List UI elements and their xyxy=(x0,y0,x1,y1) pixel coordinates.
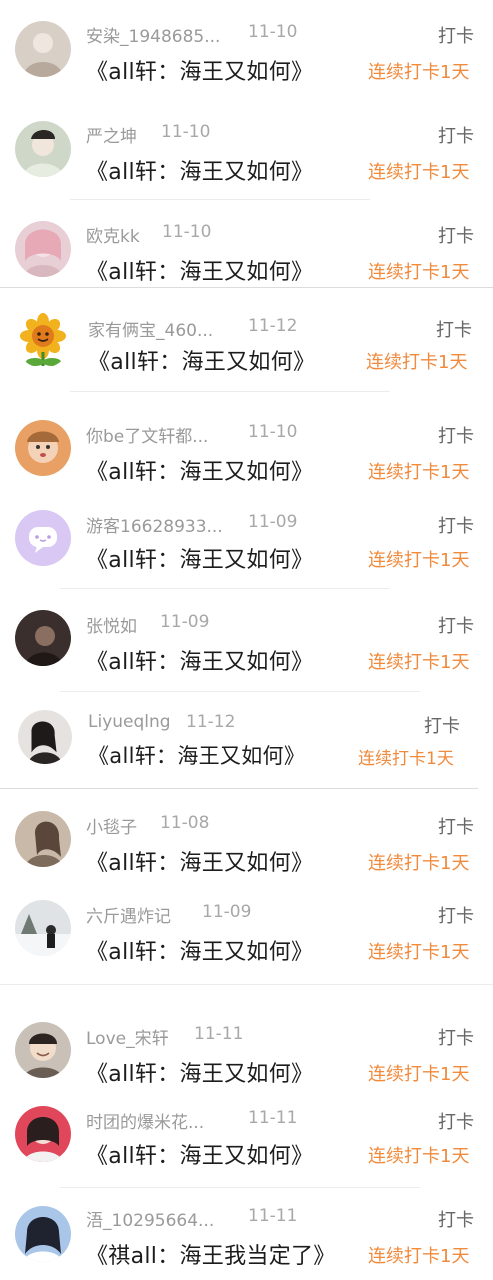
checkin-date: 11-11 xyxy=(248,1206,298,1226)
checkin-type: 打卡 xyxy=(436,320,472,341)
user-avatar[interactable] xyxy=(15,21,71,77)
streak-label: 连续打卡1天 xyxy=(358,749,454,769)
book-title[interactable]: 《all轩：海王又如何》 xyxy=(86,542,313,574)
sunflower-avatar[interactable] xyxy=(15,312,71,368)
checkin-type: 打卡 xyxy=(424,716,460,737)
checkin-item[interactable]: 家有俩宝_460... 11-12 打卡 《all轩：海王又如何》 连续打卡1天 xyxy=(0,288,493,392)
book-title[interactable]: 《all轩：海王又如何》 xyxy=(88,740,305,770)
user-avatar[interactable] xyxy=(15,610,71,666)
user-avatar[interactable] xyxy=(18,710,72,764)
checkin-date: 11-09 xyxy=(248,512,298,532)
user-name[interactable]: 游客16628933... xyxy=(86,512,223,537)
user-avatar[interactable] xyxy=(15,221,71,277)
checkin-date: 11-09 xyxy=(202,902,252,922)
streak-label: 连续打卡1天 xyxy=(368,1064,470,1085)
checkin-item[interactable]: 小毯子 11-08 打卡 《all轩：海王又如何》 连续打卡1天 xyxy=(0,789,493,884)
checkin-item[interactable]: 欧克kk 11-10 打卡 《all轩：海王又如何》 连续打卡1天 xyxy=(0,200,493,288)
book-title[interactable]: 《all轩：海王又如何》 xyxy=(86,154,313,186)
book-title[interactable]: 《all轩：海王又如何》 xyxy=(86,934,313,966)
streak-label: 连续打卡1天 xyxy=(368,1246,470,1267)
checkin-date: 11-12 xyxy=(248,316,298,336)
user-name[interactable]: 家有俩宝_460... xyxy=(88,316,213,341)
checkin-item[interactable]: 严之坤 11-10 打卡 《all轩：海王又如何》 连续打卡1天 xyxy=(0,100,493,200)
checkin-date: 11-08 xyxy=(160,813,210,833)
checkin-type: 打卡 xyxy=(438,226,474,247)
book-title[interactable]: 《all轩：海王又如何》 xyxy=(86,454,313,486)
checkin-type: 打卡 xyxy=(438,906,474,927)
checkin-date: 11-10 xyxy=(248,22,298,42)
book-title[interactable]: 《all轩：海王又如何》 xyxy=(86,254,313,286)
user-avatar[interactable] xyxy=(15,811,71,867)
checkin-type: 打卡 xyxy=(438,426,474,447)
checkin-item[interactable]: 浯_10295664... 11-11 打卡 《祺all：海王我当定了》 连续打… xyxy=(0,1188,493,1280)
streak-label: 连续打卡1天 xyxy=(368,462,470,483)
user-name[interactable]: 浯_10295664... xyxy=(86,1206,214,1231)
streak-label: 连续打卡1天 xyxy=(368,262,470,283)
checkin-date: 11-10 xyxy=(162,222,212,242)
checkin-date: 11-12 xyxy=(186,712,236,732)
snow-photo-avatar[interactable] xyxy=(15,900,71,956)
checkin-type: 打卡 xyxy=(438,26,474,47)
user-name[interactable]: Love_宋轩 xyxy=(86,1024,169,1049)
streak-label: 连续打卡1天 xyxy=(368,550,470,571)
user-name[interactable]: 小毯子 xyxy=(86,813,137,838)
divider xyxy=(0,984,493,985)
checkin-item[interactable]: 安染_1948685... 11-10 打卡 《all轩：海王又如何》 连续打卡… xyxy=(0,0,493,100)
user-name[interactable]: 你be了文轩都... xyxy=(86,422,208,447)
book-title[interactable]: 《祺all：海王我当定了》 xyxy=(86,1238,336,1270)
user-name[interactable]: 严之坤 xyxy=(86,122,137,147)
user-name[interactable]: Liyueqlng xyxy=(88,712,171,732)
checkin-type: 打卡 xyxy=(438,1112,474,1133)
checkin-item[interactable]: 时团的爆米花... 11-11 打卡 《all轩：海王又如何》 连续打卡1天 xyxy=(0,1092,493,1188)
checkin-date: 11-11 xyxy=(194,1024,244,1044)
user-avatar[interactable] xyxy=(15,420,71,476)
streak-label: 连续打卡1天 xyxy=(368,62,470,83)
streak-label: 连续打卡1天 xyxy=(366,352,468,373)
checkin-date: 11-10 xyxy=(161,122,211,142)
user-name[interactable]: 张悦如 xyxy=(86,612,137,637)
checkin-date: 11-11 xyxy=(248,1108,298,1128)
checkin-item[interactable]: Love_宋轩 11-11 打卡 《all轩：海王又如何》 连续打卡1天 xyxy=(0,1000,493,1092)
checkin-type: 打卡 xyxy=(438,817,474,838)
streak-label: 连续打卡1天 xyxy=(368,652,470,673)
book-title[interactable]: 《all轩：海王又如何》 xyxy=(86,644,313,676)
user-name[interactable]: 安染_1948685... xyxy=(86,22,220,47)
user-avatar[interactable] xyxy=(15,1022,71,1078)
user-avatar[interactable] xyxy=(15,121,71,177)
checkin-item[interactable]: Liyueqlng 11-12 打卡 《all轩：海王又如何》 连续打卡1天 xyxy=(0,692,493,788)
checkin-type: 打卡 xyxy=(438,516,474,537)
checkin-item[interactable]: 你be了文轩都... 11-10 打卡 《all轩：海王又如何》 连续打卡1天 xyxy=(0,392,493,488)
book-title[interactable]: 《all轩：海王又如何》 xyxy=(86,1138,313,1170)
book-title[interactable]: 《all轩：海王又如何》 xyxy=(88,344,315,376)
checkin-date: 11-09 xyxy=(160,612,210,632)
book-title[interactable]: 《all轩：海王又如何》 xyxy=(86,845,313,877)
streak-label: 连续打卡1天 xyxy=(368,162,470,183)
chat-bubble-avatar[interactable] xyxy=(15,510,71,566)
checkin-type: 打卡 xyxy=(438,1028,474,1049)
streak-label: 连续打卡1天 xyxy=(368,853,470,874)
streak-label: 连续打卡1天 xyxy=(368,942,470,963)
checkin-date: 11-10 xyxy=(248,422,298,442)
user-avatar[interactable] xyxy=(15,1106,71,1162)
checkin-item[interactable]: 六斤遇炸记 11-09 打卡 《all轩：海王又如何》 连续打卡1天 xyxy=(0,884,493,1000)
checkin-type: 打卡 xyxy=(438,1210,474,1231)
user-name[interactable]: 时团的爆米花... xyxy=(86,1108,204,1133)
checkin-type: 打卡 xyxy=(438,616,474,637)
checkin-type: 打卡 xyxy=(438,126,474,147)
checkin-item[interactable]: 游客16628933... 11-09 打卡 《all轩：海王又如何》 连续打卡… xyxy=(0,488,493,589)
user-name[interactable]: 六斤遇炸记 xyxy=(86,902,171,927)
checkin-item[interactable]: 张悦如 11-09 打卡 《all轩：海王又如何》 连续打卡1天 xyxy=(0,588,493,692)
book-title[interactable]: 《all轩：海王又如何》 xyxy=(86,54,313,86)
user-name[interactable]: 欧克kk xyxy=(86,222,140,247)
book-title[interactable]: 《all轩：海王又如何》 xyxy=(86,1056,313,1088)
user-avatar[interactable] xyxy=(15,1206,71,1262)
streak-label: 连续打卡1天 xyxy=(368,1146,470,1167)
